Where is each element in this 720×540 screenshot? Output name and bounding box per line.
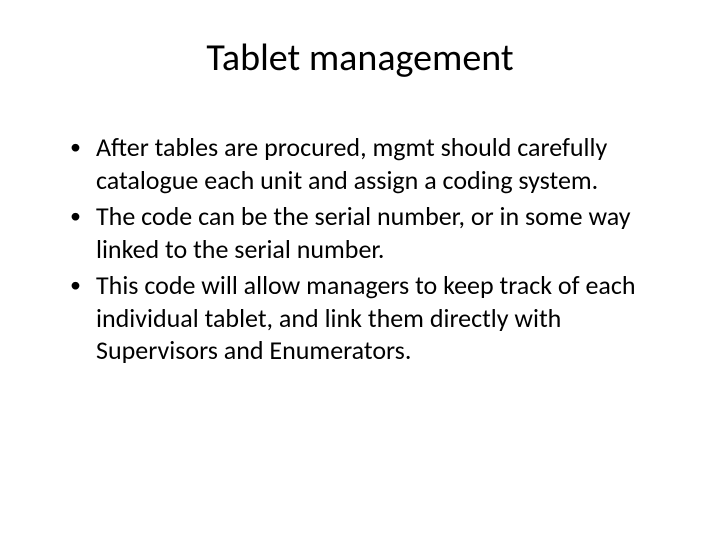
bullet-icon: •	[70, 200, 96, 230]
bullet-text: After tables are procured, mgmt should c…	[96, 131, 670, 196]
list-item: • After tables are procured, mgmt should…	[70, 131, 670, 196]
slide-title: Tablet management	[50, 35, 670, 81]
list-item: • The code can be the serial number, or …	[70, 200, 670, 265]
list-item: • This code will allow managers to keep …	[70, 269, 670, 367]
bullet-icon: •	[70, 269, 96, 299]
bullet-text: The code can be the serial number, or in…	[96, 200, 670, 265]
bullet-icon: •	[70, 131, 96, 161]
bullet-text: This code will allow managers to keep tr…	[96, 269, 670, 367]
slide: Tablet management • After tables are pro…	[0, 0, 720, 540]
slide-content: • After tables are procured, mgmt should…	[50, 131, 670, 367]
